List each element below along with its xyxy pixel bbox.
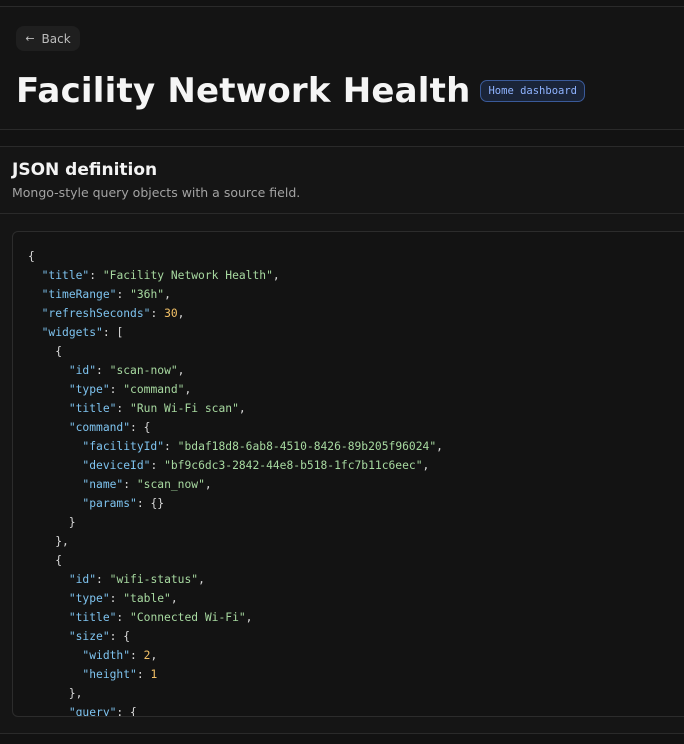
code-line: }, bbox=[28, 687, 83, 700]
code-line: "width": 2, bbox=[82, 649, 158, 662]
code-line: "command": { bbox=[68, 421, 151, 434]
section-header: JSON definition Mongo-style query object… bbox=[0, 147, 684, 214]
code-line: "deviceId": "bf9c6dc3-2842-44e8-b518-1fc… bbox=[82, 459, 430, 472]
json-code-block[interactable]: { "title": "Facility Network Health", "t… bbox=[12, 231, 684, 717]
code-line: "title": "Facility Network Health", bbox=[41, 269, 280, 282]
title-row: Facility Network Health Home dashboard bbox=[16, 71, 585, 111]
code-line: "height": 1 bbox=[82, 668, 158, 681]
arrow-left-icon: ← bbox=[25, 32, 35, 45]
code-line: "facilityId": "bdaf18d8-6ab8-4510-8426-8… bbox=[82, 440, 443, 453]
code-line: "timeRange": "36h", bbox=[41, 288, 171, 301]
code-line: "query": { bbox=[68, 706, 137, 717]
back-button[interactable]: ← Back bbox=[16, 26, 80, 51]
code-line: "id": "wifi-status", bbox=[68, 573, 205, 586]
code-line: "widgets": [ bbox=[41, 326, 124, 339]
section-subtitle: Mongo-style query objects with a source … bbox=[12, 185, 301, 200]
code-line: { bbox=[28, 345, 63, 358]
code-line: "title": "Run Wi-Fi scan", bbox=[68, 402, 246, 415]
page-title: Facility Network Health bbox=[16, 71, 471, 111]
code-line: { bbox=[28, 554, 63, 567]
dashboard-type-badge: Home dashboard bbox=[480, 80, 585, 102]
back-label: Back bbox=[41, 31, 71, 46]
code-line: "type": "command", bbox=[68, 383, 192, 396]
section-title: JSON definition bbox=[12, 160, 158, 180]
code-line: "title": "Connected Wi-Fi", bbox=[68, 611, 253, 624]
page-header: ← Back Facility Network Health Home dash… bbox=[0, 7, 684, 130]
code-line: "name": "scan_now", bbox=[82, 478, 212, 491]
code-line: "id": "scan-now", bbox=[68, 364, 185, 377]
code-line: { bbox=[28, 250, 35, 263]
code-line: "refreshSeconds": 30, bbox=[41, 307, 185, 320]
code-line: }, bbox=[28, 535, 69, 548]
code-line: "type": "table", bbox=[68, 592, 178, 605]
json-definition-section: JSON definition Mongo-style query object… bbox=[0, 146, 684, 734]
json-code-text: { "title": "Facility Network Health", "t… bbox=[13, 232, 684, 717]
code-line: } bbox=[28, 516, 76, 529]
section-gap bbox=[0, 130, 684, 146]
code-line: "params": {} bbox=[82, 497, 165, 510]
code-line: "size": { bbox=[68, 630, 131, 643]
